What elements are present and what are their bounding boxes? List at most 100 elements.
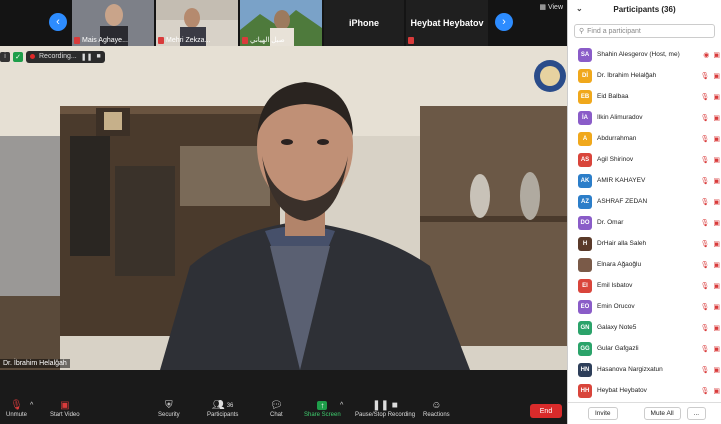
muted-mic-icon[interactable]: 🎙︎ <box>700 240 709 248</box>
participant-name: Shahin Alesgerov (Host, me) <box>597 51 680 58</box>
participant-row[interactable]: Dİ Dr. İbrahim Helalğah 🎙︎ ▣ <box>568 65 721 86</box>
participant-list: SA Shahin Alesgerov (Host, me) ◉ ▣ Dİ Dr. İbr… <box>568 44 721 401</box>
muted-mic-icon[interactable]: 🎙︎ <box>700 366 709 374</box>
participant-row[interactable]: EO Emin Orucov 🎙︎ ▣ <box>568 296 721 317</box>
muted-mic-icon <box>74 37 80 44</box>
shield-icon: ⛨ <box>165 400 173 411</box>
video-off-icon: ▣ <box>713 261 720 269</box>
security-button[interactable]: ⛨ Security <box>158 399 180 418</box>
avatar: EB <box>578 89 592 104</box>
mute-all-button[interactable]: Mute All <box>643 407 681 420</box>
avatar: H <box>578 236 592 251</box>
info-icon[interactable]: i <box>0 51 10 62</box>
video-off-icon: ▣ <box>713 240 720 248</box>
participants-label: Participants <box>207 412 239 418</box>
audio-options-chevron-icon[interactable]: ^ <box>30 399 33 412</box>
share-screen-button[interactable]: ↑ Share Screen <box>304 399 341 418</box>
muted-mic-icon[interactable]: 🎙︎ <box>700 156 709 164</box>
participant-row[interactable]: HN Hasanova Nargizxatun 🎙︎ ▣ <box>568 359 721 380</box>
participant-row[interactable]: SA Shahin Alesgerov (Host, me) ◉ ▣ <box>568 44 721 65</box>
panel-title: Participants (36) <box>613 4 676 14</box>
video-off-icon: ▣ <box>713 177 720 185</box>
participant-name: Elnara Ağaoğlu <box>597 261 642 268</box>
pause-recording-label: Pause/Stop Recording <box>355 412 416 418</box>
share-options-chevron-icon[interactable]: ^ <box>340 399 343 412</box>
muted-mic-icon[interactable]: 🎙︎ <box>700 261 709 269</box>
share-arrow-icon: ↑ <box>317 401 328 410</box>
muted-mic-icon[interactable]: 🎙︎ <box>700 93 709 101</box>
muted-mic-icon[interactable]: 🎙︎ <box>700 345 709 353</box>
participants-count: 36 <box>226 402 234 409</box>
avatar: İA <box>578 110 592 125</box>
participant-row[interactable]: İA İlkin Alimuradov 🎙︎ ▣ <box>568 107 721 128</box>
share-screen-label: Share Screen <box>304 412 341 418</box>
next-page-arrow-icon[interactable]: › <box>495 13 513 31</box>
reactions-button[interactable]: ☺ Reactions <box>423 399 450 418</box>
chat-button[interactable]: 💬︎ Chat <box>270 399 283 418</box>
pause-stop-recording-button[interactable]: ❚❚ ■ Pause/Stop Recording <box>355 399 415 418</box>
participant-name: Agil Shirinov <box>597 156 634 163</box>
unmute-button[interactable]: 🎙︎ Unmute <box>6 399 27 418</box>
muted-mic-icon[interactable]: 🎙︎ <box>700 198 709 206</box>
video-off-icon: ▣ <box>713 198 720 206</box>
zoom-window: ‹ Mais Aghaye... Mehri Zekza... صبل الهي… <box>0 0 721 424</box>
speaker-name-label: Dr. İbrahim Helalğah <box>0 359 70 368</box>
participant-name: Emil Isbatov <box>597 282 633 289</box>
muted-mic-icon[interactable]: 🎙︎ <box>700 114 709 122</box>
participant-row[interactable]: HH Heybat Heybatov 🎙︎ ▣ <box>568 380 721 401</box>
muted-mic-icon[interactable]: 🎙︎ <box>700 135 709 143</box>
participant-row[interactable]: EB Eid Balbaa 🎙︎ ▣ <box>568 86 721 107</box>
recording-indicator: Recording... ❚❚ ■ <box>26 50 105 63</box>
muted-mic-icon[interactable]: 🎙︎ <box>700 303 709 311</box>
prev-page-arrow-icon[interactable]: ‹ <box>49 13 67 31</box>
participant-row[interactable]: Elnara Ağaoğlu 🎙︎ ▣ <box>568 254 721 275</box>
start-video-button[interactable]: ▣ Start Video <box>50 399 80 418</box>
avatar: GG <box>578 341 592 356</box>
avatar: DO <box>578 215 592 230</box>
find-participant-input[interactable]: ⚲ Find a participant <box>574 24 715 38</box>
chevron-down-icon[interactable]: ⌄ <box>576 4 583 13</box>
thumbnail-text-tile[interactable]: Heybat Heybatov <box>406 0 488 46</box>
thumbnail-video[interactable]: صبل الهياني <box>240 0 322 46</box>
avatar <box>578 257 592 272</box>
participant-row[interactable]: AS Agil Shirinov 🎙︎ ▣ <box>568 149 721 170</box>
view-label: View <box>547 3 563 11</box>
participant-row[interactable]: A Abdurrahman 🎙︎ ▣ <box>568 128 721 149</box>
participant-row[interactable]: GG Gular Gafgazli 🎙︎ ▣ <box>568 338 721 359</box>
thumbnail-name: Heybat Heybatov <box>410 18 484 28</box>
participant-row[interactable]: AZ ASHRAF ZEDAN 🎙︎ ▣ <box>568 191 721 212</box>
participant-row[interactable]: AK AMIR KAHAYEV 🎙︎ ▣ <box>568 170 721 191</box>
reactions-label: Reactions <box>423 412 450 418</box>
thumbnail-text-tile[interactable]: iPhone <box>324 0 404 46</box>
muted-mic-icon[interactable]: 🎙︎ <box>700 324 709 332</box>
thumbnail-video[interactable]: Mehri Zekza... <box>156 0 238 46</box>
participant-name: Emin Orucov <box>597 303 635 310</box>
participant-row[interactable]: EI Emil Isbatov 🎙︎ ▣ <box>568 275 721 296</box>
muted-mic-icon[interactable]: 🎙︎ <box>700 72 709 80</box>
more-options-button[interactable]: ... <box>686 407 707 420</box>
invite-button[interactable]: Invite <box>588 407 618 420</box>
shield-icon[interactable]: ✓ <box>13 51 23 62</box>
active-speaker-video: i ✓ Recording... ❚❚ ■ Dr. İbrahim Helalğ… <box>0 46 567 370</box>
view-button[interactable]: ▦ View <box>539 3 563 12</box>
participant-name: Heybat Heybatov <box>597 387 647 394</box>
search-icon: ⚲ <box>579 28 585 35</box>
pause-icon[interactable]: ❚❚ <box>81 53 93 61</box>
stop-icon[interactable]: ■ <box>96 53 100 60</box>
participant-row[interactable]: H DrHair alla Saleh 🎙︎ ▣ <box>568 233 721 254</box>
avatar: EI <box>578 278 592 293</box>
muted-mic-icon[interactable]: 🎙︎ <box>700 282 709 290</box>
participant-row[interactable]: GN Galaxy Note5 🎙︎ ▣ <box>568 317 721 338</box>
smiley-icon: ☺ <box>431 400 442 411</box>
participants-button[interactable]: 👥︎ 36 Participants <box>207 399 238 418</box>
muted-mic-icon[interactable]: 🎙︎ <box>700 387 709 395</box>
muted-mic-icon[interactable]: 🎙︎ <box>700 177 709 185</box>
participant-row[interactable]: DO Dr. Omar 🎙︎ ▣ <box>568 212 721 233</box>
end-meeting-button[interactable]: End <box>530 404 562 418</box>
video-off-icon: ▣ <box>713 282 720 290</box>
thumbnail-video[interactable]: Mais Aghaye... <box>72 0 154 46</box>
video-off-icon: ▣ <box>713 324 720 332</box>
participant-name: Abdurrahman <box>597 135 637 142</box>
grid-icon: ▦ <box>539 4 546 11</box>
muted-mic-icon[interactable]: 🎙︎ <box>700 219 709 227</box>
